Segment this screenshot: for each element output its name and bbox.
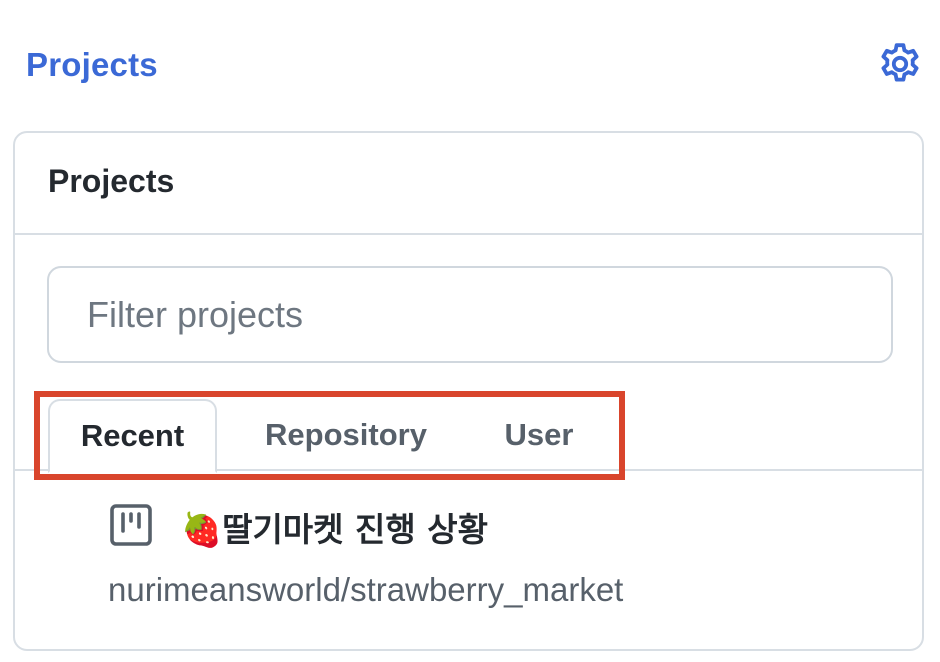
- tab-user-label: User: [504, 417, 574, 452]
- gear-icon[interactable]: [876, 40, 924, 88]
- panel-header: Projects: [15, 133, 922, 235]
- sidebar-projects-heading[interactable]: Projects: [26, 46, 158, 84]
- tab-recent-label: Recent: [80, 418, 185, 453]
- tab-recent[interactable]: Recent: [48, 399, 217, 473]
- projects-sidebar: Projects Projects Recent Repository User: [0, 0, 940, 662]
- projects-panel: Projects Recent Repository User 🍓딸기마켓 진행…: [13, 131, 924, 651]
- project-name[interactable]: 🍓딸기마켓 진행 상황: [181, 503, 488, 551]
- tab-user[interactable]: User: [480, 399, 598, 471]
- project-list-item[interactable]: 🍓딸기마켓 진행 상황 nurimeansworld/strawberry_ma…: [15, 493, 922, 633]
- project-board-icon: [110, 504, 152, 546]
- filter-projects-input[interactable]: [47, 266, 893, 363]
- panel-title: Projects: [48, 163, 175, 199]
- project-repository: nurimeansworld/strawberry_market: [108, 571, 624, 608]
- tab-repository-label: Repository: [265, 417, 427, 452]
- tab-repository[interactable]: Repository: [239, 399, 453, 471]
